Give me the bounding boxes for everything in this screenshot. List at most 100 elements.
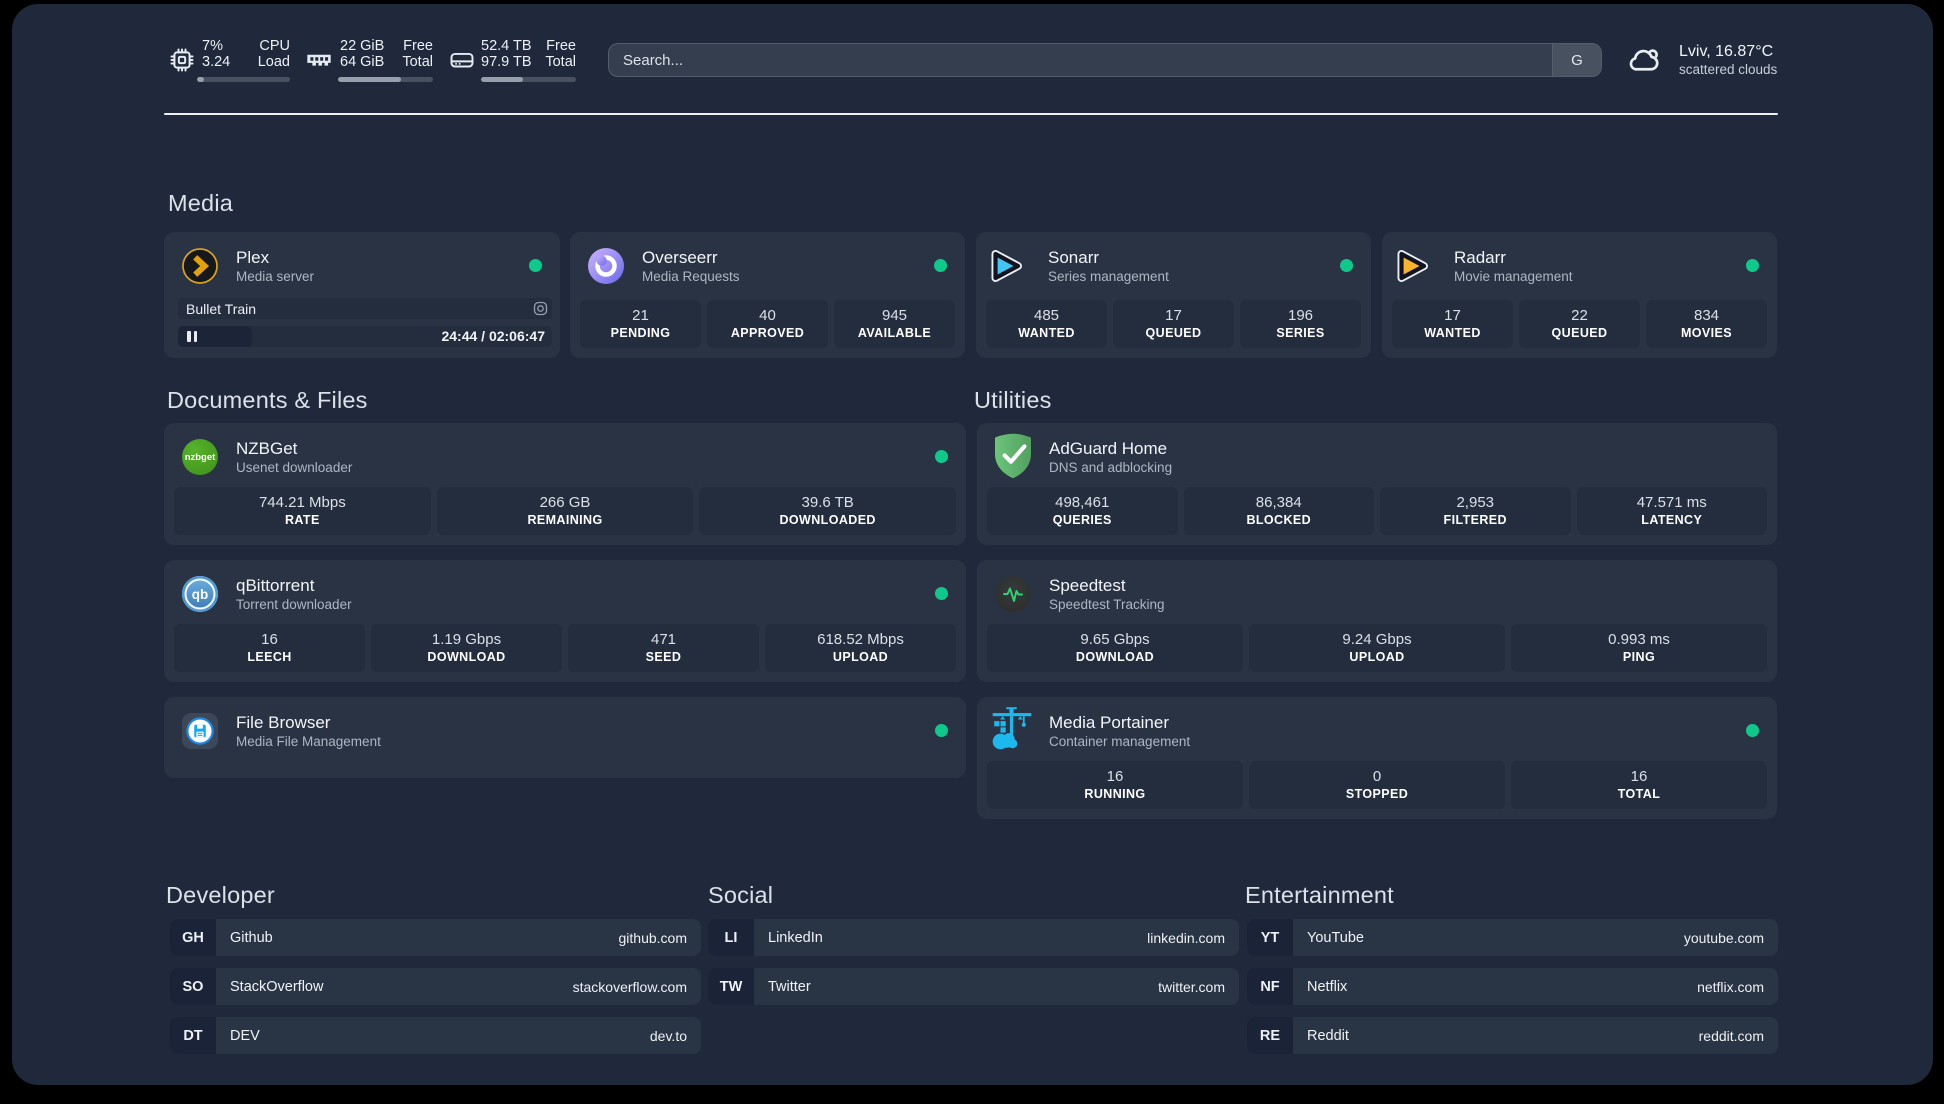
- plex-progress[interactable]: 24:44 / 02:06:47: [178, 326, 552, 347]
- playback-time: 24:44 / 02:06:47: [441, 328, 545, 344]
- stat-label: RATE: [284, 513, 320, 527]
- stat-label: SERIES: [1276, 326, 1325, 340]
- stat-downloaded: 39.6 TB DOWNLOADED: [699, 487, 957, 535]
- stat-upload: 618.52 Mbps UPLOAD: [765, 624, 956, 672]
- app-name: File Browser: [236, 713, 331, 732]
- portainer-icon: [992, 707, 1032, 750]
- bookmark-reddit[interactable]: RE Reddit reddit.com: [1247, 1017, 1778, 1054]
- bookmark-name: Github: [230, 929, 273, 946]
- now-playing-title: Bullet Train: [186, 300, 257, 317]
- portainer-card[interactable]: Media Portainer Container management 16 …: [977, 697, 1777, 819]
- stat-label: STOPPED: [1345, 787, 1409, 801]
- stat-upload: 9.24 Gbps UPLOAD: [1249, 624, 1505, 672]
- section-title-entertainment: Entertainment: [1245, 882, 1394, 908]
- stat-value: 16: [1630, 768, 1648, 785]
- bookmark-name: StackOverflow: [230, 978, 324, 995]
- stat-label: MOVIES: [1680, 326, 1733, 340]
- stat-leech: 16 LEECH: [174, 624, 365, 672]
- stat-value: 471: [650, 631, 677, 648]
- stat-download: 9.65 Gbps DOWNLOAD: [987, 624, 1243, 672]
- stat-label: SEED: [645, 650, 682, 664]
- disk-total-value: 97.9 TB: [481, 54, 532, 70]
- memory-free-value: 22 GiB: [340, 38, 385, 54]
- cpu-progress-bar: [197, 77, 290, 82]
- stat-label: UPLOAD: [832, 650, 889, 664]
- cpu-load-label: Load: [257, 54, 290, 70]
- app-desc: DNS and adblocking: [1049, 460, 1173, 475]
- disk-total-label: Total: [545, 54, 576, 70]
- app-name: Plex: [236, 248, 270, 267]
- status-dot: [1746, 259, 1759, 272]
- stat-wanted: 485 WANTED: [986, 300, 1107, 348]
- bookmark-abbr: LI: [708, 919, 754, 956]
- pause-button[interactable]: [178, 326, 252, 347]
- bookmark-stackoverflow[interactable]: SO StackOverflow stackoverflow.com: [170, 968, 701, 1005]
- stat-total: 16 TOTAL: [1511, 761, 1767, 809]
- search-bar: G: [608, 43, 1602, 77]
- cpu-icon: [168, 46, 196, 74]
- stat-value: 16: [261, 631, 278, 648]
- speedtest-card[interactable]: Speedtest Speedtest Tracking 9.65 Gbps D…: [977, 560, 1777, 682]
- weather-widget: Lviv, 16.87°C scattered clouds: [1626, 42, 1777, 78]
- qbittorrent-icon: qb: [182, 576, 218, 612]
- app-name: Sonarr: [1048, 248, 1100, 267]
- stat-movies: 834 MOVIES: [1646, 300, 1767, 348]
- stat-label: QUEUED: [1551, 326, 1608, 340]
- bookmark-name: YouTube: [1307, 929, 1364, 946]
- adguard-card[interactable]: AdGuard Home DNS and adblocking 498,461 …: [977, 423, 1777, 545]
- section-title-social: Social: [708, 882, 774, 908]
- app-name: Media Portainer: [1049, 713, 1170, 732]
- bookmark-name: LinkedIn: [768, 929, 823, 946]
- cpu-progress-fill: [197, 77, 204, 82]
- search-engine-button[interactable]: G: [1552, 44, 1601, 76]
- stat-value: 40: [759, 307, 776, 324]
- stat-seed: 471 SEED: [568, 624, 759, 672]
- bookmark-abbr: NF: [1247, 968, 1293, 1005]
- stat-blocked: 86,384 BLOCKED: [1183, 487, 1374, 535]
- memory-icon: [305, 46, 333, 74]
- bookmark-github[interactable]: GH Github github.com: [170, 919, 701, 956]
- overseerr-card[interactable]: Overseerr Media Requests 21 PENDING 40 A…: [570, 232, 965, 358]
- bookmark-youtube[interactable]: YT YouTube youtube.com: [1247, 919, 1778, 956]
- section-title-utilities: Utilities: [974, 387, 1052, 413]
- stat-label: TOTAL: [1617, 787, 1661, 801]
- bookmark-netflix[interactable]: NF Netflix netflix.com: [1247, 968, 1778, 1005]
- bookmark-dev[interactable]: DT DEV dev.to: [170, 1017, 701, 1054]
- app-desc: Series management: [1048, 269, 1169, 284]
- stat-value: 485: [1033, 307, 1060, 324]
- app-name: qBittorrent: [236, 576, 315, 595]
- app-name: Radarr: [1454, 248, 1506, 267]
- radarr-card[interactable]: Radarr Movie management 17 WANTED 22 QUE…: [1382, 232, 1777, 358]
- page: 7% 3.24 CPU Load 22 GiB 64 GiB Free Tota…: [0, 0, 1944, 1104]
- app-name: NZBGet: [236, 439, 298, 458]
- app-desc: Container management: [1049, 734, 1191, 749]
- bookmark-twitter[interactable]: TW Twitter twitter.com: [708, 968, 1239, 1005]
- weather-condition: scattered clouds: [1679, 62, 1778, 77]
- stat-label: QUEUED: [1145, 326, 1202, 340]
- stat-series: 196 SERIES: [1240, 300, 1361, 348]
- disk-progress-fill: [481, 77, 523, 82]
- disk-free-value: 52.4 TB: [481, 38, 532, 54]
- header-divider: [164, 113, 1778, 115]
- bookmark-url: stackoverflow.com: [572, 978, 687, 995]
- plex-now-playing: Bullet Train: [178, 298, 552, 319]
- bookmark-abbr: RE: [1247, 1017, 1293, 1054]
- filebrowser-card[interactable]: File Browser Media File Management: [164, 697, 966, 778]
- bookmark-linkedin[interactable]: LI LinkedIn linkedin.com: [708, 919, 1239, 956]
- stat-queued: 17 QUEUED: [1113, 300, 1234, 348]
- bookmark-name: Netflix: [1307, 978, 1348, 995]
- sonarr-card[interactable]: Sonarr Series management 485 WANTED 17 Q…: [976, 232, 1371, 358]
- stat-queued: 22 QUEUED: [1519, 300, 1640, 348]
- section-title-media: Media: [168, 190, 234, 216]
- status-dot: [935, 724, 948, 737]
- nzbget-card[interactable]: nzbget NZBGet Usenet downloader 744.21 M…: [164, 423, 966, 545]
- disk-icon: [448, 46, 476, 74]
- status-dot: [935, 450, 948, 463]
- qbittorrent-card[interactable]: qb qBittorrent Torrent downloader 16 LEE…: [164, 560, 966, 682]
- search-input[interactable]: [609, 44, 1552, 76]
- stat-label: UPLOAD: [1349, 650, 1405, 664]
- plex-card[interactable]: Plex Media server Bullet Train 24:44 / 0…: [164, 232, 560, 358]
- memory-total-value: 64 GiB: [340, 54, 385, 70]
- nzbget-icon: nzbget: [182, 439, 218, 475]
- cpu-label: CPU: [259, 38, 290, 54]
